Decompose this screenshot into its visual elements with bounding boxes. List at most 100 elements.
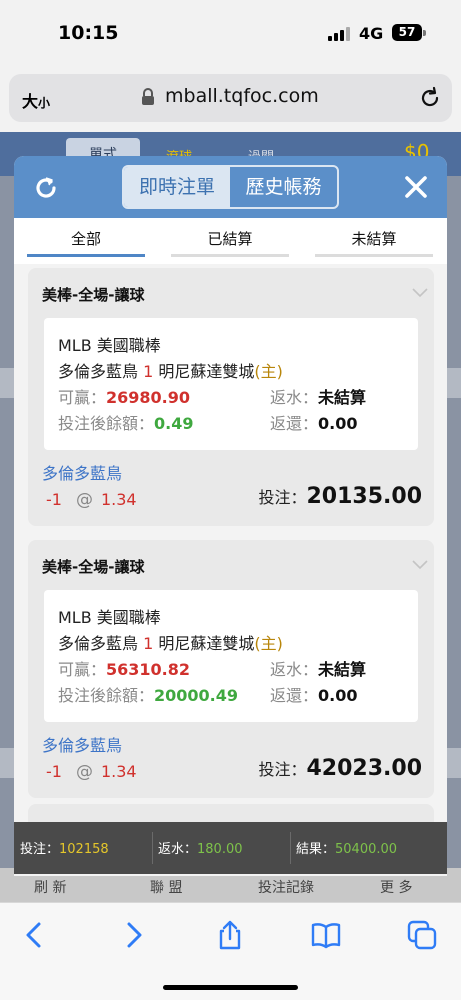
bet-balance-row: 投注後餘額：0.49: [58, 410, 194, 434]
background-footer-refresh: 刷 新: [34, 880, 67, 896]
chevron-down-icon[interactable]: [412, 560, 428, 570]
summary-divider: [290, 832, 291, 864]
text-size-small: 小: [38, 96, 51, 110]
balance-value: 20000.49: [154, 686, 239, 705]
tabs-icon[interactable]: [406, 919, 438, 951]
home-mark: (主): [254, 362, 283, 381]
stake-value: 20135.00: [306, 484, 422, 509]
bet-detail: MLB 美國職棒 多倫多藍鳥 1 明尼蘇達雙城(主) 可贏：26980.90 返…: [44, 318, 418, 450]
background-footer-more: 更 多: [380, 880, 413, 896]
bet-odds-row: -1 @1.34: [46, 490, 137, 510]
away-team: 明尼蘇達雙城: [158, 362, 255, 381]
bet-refund-row: 返還：0.00: [270, 410, 358, 434]
win-value: 56310.82: [106, 660, 191, 679]
balance-value: 0.49: [154, 414, 194, 433]
balance-label: 投注後餘額：: [58, 414, 155, 433]
network-type: 4G: [359, 24, 384, 43]
summary-rebate-label: 返水：: [158, 842, 198, 857]
away-team: 明尼蘇達雙城: [158, 634, 255, 653]
address-bar[interactable]: 大小 mball.tqfoc.com: [9, 74, 452, 122]
rebate-value: 未結算: [318, 388, 367, 407]
bet-pick-team: 多倫多藍鳥: [42, 736, 123, 755]
bet-card[interactable]: 美棒-全場-讓球 MLB 美國職棒 多倫多藍鳥 1 明尼蘇達雙城(主) 可贏：5…: [28, 540, 434, 798]
bet-stake: 投注：20135.00: [258, 484, 422, 509]
home-indicator: [163, 985, 298, 990]
bet-records-modal: 即時注單 歷史帳務 全部 已結算 未結算 美棒-全場-讓球 MLB 美國職棒 多…: [14, 156, 447, 876]
refund-label: 返還：: [270, 686, 319, 705]
rebate-label: 返水：: [270, 660, 319, 679]
bet-league: MLB 美國職棒: [58, 608, 161, 627]
background-footer-league: 聯 盟: [150, 880, 183, 896]
back-icon[interactable]: [18, 919, 50, 951]
reload-icon[interactable]: [418, 86, 442, 110]
rebate-label: 返水：: [270, 388, 319, 407]
segment-history[interactable]: 歷史帳務: [230, 167, 337, 207]
bet-win-row: 可贏：56310.82: [58, 656, 190, 680]
bet-matchup: 多倫多藍鳥 1 明尼蘇達雙城(主): [58, 630, 283, 654]
battery-tip: [423, 30, 426, 36]
summary-bar: 投注：102158 返水：180.00 結果：50400.00: [14, 822, 447, 874]
tab-settled[interactable]: 已結算: [170, 228, 290, 249]
close-icon[interactable]: [403, 174, 429, 200]
chevron-down-icon[interactable]: [412, 288, 428, 298]
bet-odds: 1.34: [100, 762, 137, 781]
stake-value: 42023.00: [306, 756, 422, 781]
home-team: 多倫多藍鳥: [58, 634, 139, 653]
phone-screen: 10:15 4G 57 大小 mball.tqfoc.com 單式 滾球 過關 …: [0, 0, 461, 1000]
tab-all[interactable]: 全部: [26, 228, 146, 249]
bet-card[interactable]: 美棒-全場-讓球 MLB 美國職棒 多倫多藍鳥 1 明尼蘇達雙城(主) 可贏：2…: [28, 268, 434, 526]
summary-rebate: 返水：180.00: [158, 838, 243, 857]
handicap: 1: [143, 362, 154, 381]
refund-value: 0.00: [318, 414, 358, 433]
summary-stake-value: 102158: [59, 842, 109, 857]
home-mark: (主): [254, 634, 283, 653]
refund-label: 返還：: [270, 414, 319, 433]
win-label: 可贏：: [58, 388, 107, 407]
balance-label: 投注後餘額：: [58, 686, 155, 705]
segment-control: 即時注單 歷史帳務: [122, 165, 339, 209]
refresh-icon[interactable]: [32, 174, 60, 202]
summary-rebate-value: 180.00: [197, 842, 243, 857]
win-label: 可贏：: [58, 660, 107, 679]
tab-unsettled[interactable]: 未結算: [314, 228, 434, 249]
summary-stake: 投注：102158: [20, 838, 109, 857]
stake-label: 投注：: [258, 760, 307, 779]
home-team: 多倫多藍鳥: [58, 362, 139, 381]
url-text[interactable]: mball.tqfoc.com: [165, 85, 319, 107]
at-sign: @: [75, 490, 93, 510]
bet-refund-row: 返還：0.00: [270, 682, 358, 706]
status-time: 10:15: [58, 22, 119, 44]
summary-stake-label: 投注：: [20, 842, 60, 857]
lock-icon: [142, 88, 154, 105]
bet-rebate-row: 返水：未結算: [270, 384, 366, 408]
share-icon[interactable]: [214, 919, 246, 951]
bet-title: 美棒-全場-讓球: [42, 286, 145, 304]
bookmarks-icon[interactable]: [310, 919, 342, 951]
bet-win-row: 可贏：26980.90: [58, 384, 190, 408]
bet-odds-row: -1 @1.34: [46, 762, 137, 782]
bet-line: -1: [46, 762, 62, 781]
bet-pick-team: 多倫多藍鳥: [42, 464, 123, 483]
bet-stake: 投注：42023.00: [258, 756, 422, 781]
rebate-value: 未結算: [318, 660, 367, 679]
handicap: 1: [143, 634, 154, 653]
segment-live-bets[interactable]: 即時注單: [124, 167, 230, 207]
summary-result-label: 結果：: [296, 842, 336, 857]
summary-divider: [152, 832, 153, 864]
tab-settled-indicator: [171, 254, 289, 257]
text-size-large: 大: [22, 92, 39, 111]
refund-value: 0.00: [318, 686, 358, 705]
stake-label: 投注：: [258, 488, 307, 507]
battery-icon: 57: [392, 24, 422, 41]
bet-title: 美棒-全場-讓球: [42, 558, 145, 576]
bet-line: -1: [46, 490, 62, 509]
modal-header: 即時注單 歷史帳務: [14, 156, 447, 218]
bet-league: MLB 美國職棒: [58, 336, 161, 355]
text-size-button[interactable]: 大小: [22, 88, 50, 112]
status-bar: 10:15 4G 57: [0, 0, 461, 64]
bet-matchup: 多倫多藍鳥 1 明尼蘇達雙城(主): [58, 358, 283, 382]
summary-result: 結果：50400.00: [296, 838, 397, 857]
forward-icon[interactable]: [118, 919, 150, 951]
background-footer-records: 投注記錄: [258, 880, 314, 896]
tab-unsettled-indicator: [315, 254, 433, 257]
